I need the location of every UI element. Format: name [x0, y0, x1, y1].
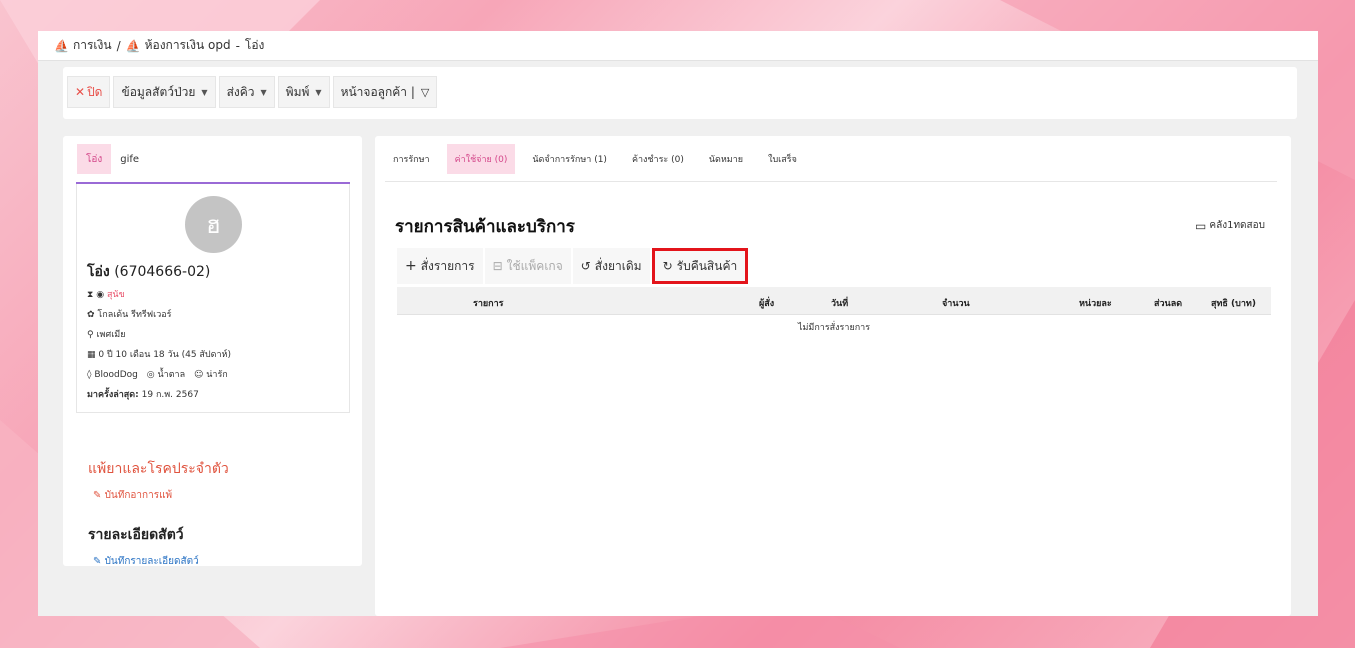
send-queue-label: ส่งคิว: [226, 84, 255, 99]
print-label: พิมพ์: [285, 84, 310, 99]
blood-drop-icon: ◊: [87, 370, 92, 380]
return-icon: ↻: [662, 259, 673, 273]
avatar[interactable]: ฮ: [185, 196, 242, 253]
send-queue-dropdown[interactable]: ส่งคิว ▼: [218, 76, 275, 108]
record-detail-link[interactable]: ✎ บันทึกรายละเอียดสัตว์: [93, 554, 199, 569]
triangle-down-icon[interactable]: ▽: [421, 86, 429, 99]
archive-box-icon: ▭: [1195, 218, 1207, 233]
patient-info-label: ข้อมูลสัตว์ป่วย: [121, 84, 196, 99]
col-ordered-by: ผู้สั่ง: [759, 299, 775, 309]
plus-icon: +: [405, 258, 417, 274]
return-product-button[interactable]: ↻ รับคืนสินค้า: [651, 248, 749, 284]
pet-name: โอ่ง (6704666-02): [87, 261, 210, 283]
pet-detail-heading: รายละเอียดสัตว์: [88, 527, 184, 543]
chevron-down-icon: ▼: [260, 87, 267, 97]
breadcrumb-separator: /: [116, 38, 121, 53]
tab-treatment[interactable]: การรักษา: [385, 144, 438, 174]
breed-row: ✿ โกลเด้น รีทรีฟเวอร์: [87, 307, 172, 321]
breed: โกลเด้น รีทรีฟเวอร์: [97, 310, 172, 320]
record-detail-label: บันทึกรายละเอียดสัตว์: [104, 556, 199, 567]
sex-row: ⚲ เพศเมีย: [87, 327, 125, 341]
pet-code: (6704666-02): [114, 264, 211, 280]
pencil-icon: ✎: [93, 490, 102, 501]
cashier-icon: ⛵: [54, 38, 69, 53]
calendar-icon: ▦: [87, 350, 96, 360]
action-buttons: + สั่งรายการ ⊟ ใช้แพ็คเกจ ↺ สั่งยาเดิม ↻…: [397, 248, 749, 284]
pet-name-text: โอ่ง: [87, 264, 110, 280]
hourglass-icon: ⧗: [87, 290, 94, 300]
col-item: รายการ: [473, 299, 504, 309]
page-title: รายการสินค้าและบริการ: [395, 217, 575, 237]
empty-table-message: ไม่มีการสั่งรายการ: [797, 323, 871, 333]
user-icon: ◉: [96, 290, 105, 300]
last-visit-label: มาครั้งล่าสุด:: [87, 390, 139, 400]
close-button[interactable]: ✕ ปิด: [67, 76, 111, 108]
close-label: ปิด: [87, 84, 103, 99]
warehouse-label: คลัง1ทดสอบ: [1209, 220, 1265, 231]
return-product-label: รับคืนสินค้า: [676, 258, 738, 273]
close-icon: ✕: [75, 85, 86, 99]
pencil-icon: ✎: [93, 556, 102, 567]
last-visit-value: 19 ก.พ. 2567: [141, 390, 199, 400]
app-window: ⛵ การเงิน / ⛵ ห้องการเงิน opd - โอ่ง ✕ ป…: [38, 31, 1318, 616]
breadcrumb-item-opd[interactable]: ห้องการเงิน opd: [145, 36, 231, 55]
billing-card: การรักษา ค่าใช้จ่าย (0) นัดจำการรักษา (1…: [375, 136, 1291, 616]
warehouse-selector[interactable]: ▭ คลัง1ทดสอบ: [1195, 218, 1265, 233]
breadcrumb-item-finance[interactable]: การเงิน: [73, 36, 112, 55]
col-net: สุทธิ (บาท): [1211, 299, 1256, 309]
reorder-medicine-button[interactable]: ↺ สั่งยาเดิม: [572, 248, 650, 284]
record-allergy-link[interactable]: ✎ บันทึกอาการแพ้: [93, 488, 172, 503]
tab-appointments[interactable]: นัดหมาย: [701, 144, 751, 174]
pet-tab-active[interactable]: โอ่ง: [77, 144, 112, 174]
breadcrumb: ⛵ การเงิน / ⛵ ห้องการเงิน opd - โอ่ง: [38, 31, 1318, 61]
breed-icon: ✿: [87, 310, 95, 320]
package-icon: ⊟: [492, 259, 503, 273]
col-unit-price: หน่วยละ: [1079, 299, 1112, 309]
species: สุนัข: [106, 290, 125, 300]
temperament: น่ารัก: [206, 370, 228, 380]
table-header: รายการ ผู้สั่ง วันที่ จำนวน หน่วยละ ส่วน…: [397, 287, 1271, 315]
sex: เพศเมีย: [96, 330, 126, 340]
use-package-label: ใช้แพ็คเกจ: [506, 258, 563, 273]
customer-screen-label: หน้าจอลูกค้า |: [340, 84, 415, 99]
tab-receipts[interactable]: ใบเสร็จ: [760, 144, 805, 174]
species-row: ⧗ ◉ สุนัข: [87, 287, 125, 301]
use-package-button[interactable]: ⊟ ใช้แพ็คเกจ: [484, 248, 571, 284]
patient-info-dropdown[interactable]: ข้อมูลสัตว์ป่วย ▼: [113, 76, 216, 108]
attributes-row: ◊ BloodDog ◎ น้ำตาล ☺ น่ารัก: [87, 367, 228, 381]
print-dropdown[interactable]: พิมพ์ ▼: [277, 76, 330, 108]
profile-box: ฮ โอ่ง (6704666-02) ⧗ ◉ สุนัข ✿ โกลเด้น …: [76, 184, 350, 413]
order-item-label: สั่งรายการ: [420, 258, 475, 273]
cashier-room-icon: ⛵: [125, 38, 141, 53]
col-quantity: จำนวน: [942, 299, 970, 309]
toolbar: ✕ ปิด ข้อมูลสัตว์ป่วย ▼ ส่งคิว ▼ พิมพ์ ▼…: [63, 67, 1297, 119]
smile-icon: ☺: [194, 370, 204, 380]
history-icon: ↺: [580, 259, 591, 273]
reorder-medicine-label: สั่งยาเดิม: [594, 258, 642, 273]
age-row: ▦ 0 ปี 10 เดือน 18 วัน (45 สัปดาห์): [87, 347, 231, 361]
tab-divider: [385, 181, 1277, 182]
tab-treatment-appointment[interactable]: นัดจำการรักษา (1): [524, 144, 615, 174]
coat-color: น้ำตาล: [157, 370, 186, 380]
col-date: วันที่: [831, 299, 849, 309]
col-discount: ส่วนลด: [1154, 299, 1183, 309]
pet-tab[interactable]: gife: [111, 144, 148, 174]
blood-type: BloodDog: [94, 370, 138, 380]
breadcrumb-dash: -: [235, 38, 240, 53]
record-allergy-label: บันทึกอาการแพ้: [104, 490, 173, 501]
tab-expenses[interactable]: ค่าใช้จ่าย (0): [446, 144, 516, 174]
palette-icon: ◎: [146, 370, 155, 380]
allergy-heading: แพ้ยาและโรคประจำตัว: [88, 461, 229, 477]
age: 0 ปี 10 เดือน 18 วัน (45 สัปดาห์): [98, 350, 231, 360]
order-item-button[interactable]: + สั่งรายการ: [397, 248, 483, 284]
location-pin-icon: ⚲: [87, 330, 94, 340]
chevron-down-icon: ▼: [315, 87, 322, 97]
customer-screen-button[interactable]: หน้าจอลูกค้า | ▽: [332, 76, 438, 108]
last-visit-row: มาครั้งล่าสุด: 19 ก.พ. 2567: [87, 387, 199, 401]
pet-profile-card: โอ่ง gife ฮ โอ่ง (6704666-02) ⧗ ◉ สุนัข …: [63, 136, 362, 569]
chevron-down-icon: ▼: [201, 87, 208, 97]
tab-outstanding[interactable]: ค้างชำระ (0): [624, 144, 692, 174]
breadcrumb-item-pet: โอ่ง: [244, 38, 265, 52]
